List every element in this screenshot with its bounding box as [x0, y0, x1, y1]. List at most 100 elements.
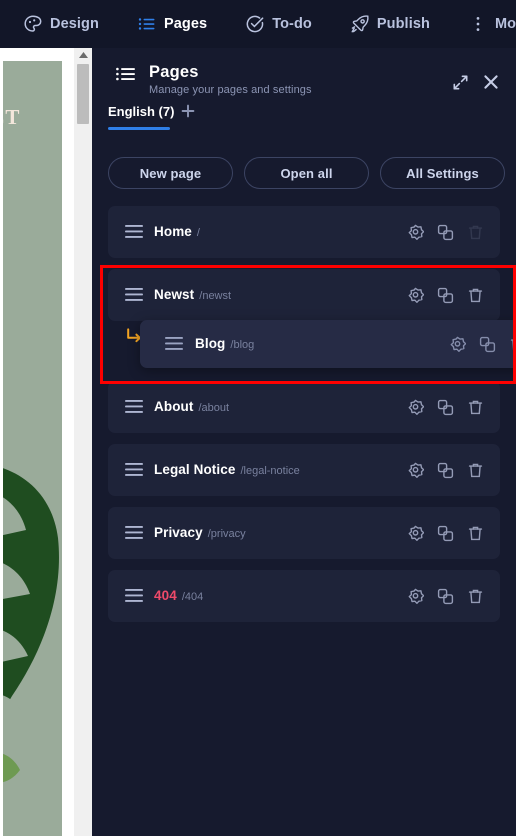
page-title-text: Home — [154, 224, 192, 239]
page-row-newst[interactable]: Newst /newst — [108, 269, 500, 321]
page-title-text: About — [154, 399, 194, 414]
duplicate-icon[interactable] — [437, 224, 454, 241]
row-actions — [407, 444, 484, 496]
trash-icon[interactable] — [467, 588, 484, 605]
duplicate-icon[interactable] — [437, 399, 454, 416]
row-actions — [407, 206, 484, 258]
page-slug-text: /about — [198, 402, 230, 414]
topnav-label: Publish — [376, 16, 430, 32]
page-subtitle: Manage your pages and settings — [149, 84, 312, 96]
drag-handle-icon[interactable] — [125, 400, 143, 413]
list-icon — [137, 14, 157, 34]
gear-icon[interactable] — [449, 336, 467, 353]
duplicate-icon[interactable] — [437, 287, 454, 304]
site-preview-page: ACT — [0, 61, 62, 836]
drag-drop-zone: Newst /newst Blog /blog — [108, 269, 516, 370]
trash-icon[interactable] — [467, 399, 484, 416]
drag-handle-icon[interactable] — [165, 337, 183, 350]
page-slug-text: / — [196, 227, 200, 239]
gear-icon[interactable] — [407, 588, 425, 605]
topnav-item-pages[interactable]: Pages — [137, 0, 207, 48]
topnav-label: More — [494, 16, 516, 32]
page-row-404[interactable]: 404 /404 — [108, 570, 500, 622]
new-page-button[interactable]: New page — [108, 157, 233, 189]
duplicate-icon[interactable] — [437, 588, 454, 605]
gear-icon[interactable] — [407, 525, 425, 542]
topnav-label: To-do — [272, 16, 312, 32]
row-actions — [407, 269, 484, 321]
topnav-item-more[interactable]: More — [468, 0, 516, 48]
drag-handle-icon[interactable] — [125, 225, 143, 238]
gear-icon[interactable] — [407, 462, 425, 479]
row-actions — [407, 507, 484, 559]
duplicate-icon[interactable] — [437, 525, 454, 542]
active-tab-indicator — [108, 127, 170, 130]
drag-handle-icon[interactable] — [125, 589, 143, 602]
pages-panel-header: Pages Manage your pages and settings — [92, 48, 516, 104]
duplicate-icon[interactable] — [479, 336, 496, 353]
close-icon[interactable] — [482, 73, 500, 91]
trash-icon — [467, 224, 484, 241]
page-name: Home / — [154, 206, 200, 258]
page-row-blog-dragging[interactable]: Blog /blog — [140, 320, 516, 368]
page-row-legal-notice[interactable]: Legal Notice /legal-notice — [108, 444, 500, 496]
page-slug-text: /newst — [199, 290, 232, 302]
monstera-leaf-image — [0, 456, 62, 816]
page-title-text: Privacy — [154, 525, 203, 540]
panel-action-buttons: New page Open all All Settings — [108, 157, 505, 189]
expand-icon[interactable] — [452, 74, 469, 91]
topnav-item-design[interactable]: Design — [23, 0, 99, 48]
row-actions — [407, 381, 484, 433]
canvas-gutter — [0, 48, 3, 836]
page-slug-text: /legal-notice — [240, 465, 300, 477]
app-root: ACT — [0, 0, 516, 836]
top-toolbar: Design Pages To-do Publish Mo — [0, 0, 516, 48]
row-actions — [407, 570, 484, 622]
page-title-text: 404 — [154, 588, 177, 603]
page-title: Pages — [149, 63, 199, 81]
scroll-up-arrow-icon[interactable] — [74, 48, 92, 62]
pages-list: Home / Newst /newst Blog /blog About /ab… — [108, 206, 516, 633]
page-name: Blog /blog — [195, 320, 254, 368]
trash-icon[interactable] — [509, 336, 516, 353]
page-name: Legal Notice /legal-notice — [154, 444, 300, 496]
page-name: Newst /newst — [154, 269, 231, 321]
trash-icon[interactable] — [467, 287, 484, 304]
drag-handle-icon[interactable] — [125, 526, 143, 539]
list-icon — [115, 64, 137, 84]
check-circle-icon — [245, 14, 265, 34]
page-row-privacy[interactable]: Privacy /privacy — [108, 507, 500, 559]
page-title-text: Newst — [154, 287, 195, 302]
page-name: Privacy /privacy — [154, 507, 246, 559]
browser-scrollbar[interactable] — [74, 48, 92, 836]
gear-icon[interactable] — [407, 399, 425, 416]
trash-icon[interactable] — [467, 525, 484, 542]
trash-icon[interactable] — [467, 462, 484, 479]
row-actions — [449, 320, 516, 368]
gear-icon[interactable] — [407, 224, 425, 241]
duplicate-icon[interactable] — [437, 462, 454, 479]
open-all-button[interactable]: Open all — [244, 157, 369, 189]
topnav-item-todo[interactable]: To-do — [245, 0, 312, 48]
page-row-about[interactable]: About /about — [108, 381, 500, 433]
page-slug-text: /404 — [181, 591, 204, 603]
page-slug-text: /privacy — [207, 528, 246, 540]
plus-icon[interactable] — [178, 101, 198, 121]
scrollbar-thumb[interactable] — [77, 64, 89, 124]
page-slug-text: /blog — [230, 339, 255, 351]
page-row-home[interactable]: Home / — [108, 206, 500, 258]
page-title-text: Blog — [195, 336, 226, 351]
drag-handle-icon[interactable] — [125, 463, 143, 476]
all-settings-button[interactable]: All Settings — [380, 157, 505, 189]
page-name: About /about — [154, 381, 229, 433]
language-tabs: English (7) — [92, 104, 516, 142]
tab-language-english[interactable]: English (7) — [108, 104, 174, 127]
gear-icon[interactable] — [407, 287, 425, 304]
drag-handle-icon[interactable] — [125, 288, 143, 301]
topnav-item-publish[interactable]: Publish — [350, 0, 430, 48]
topnav-label: Design — [50, 16, 99, 32]
topnav-label: Pages — [163, 16, 208, 32]
palette-icon — [23, 14, 43, 34]
pages-panel: Pages Manage your pages and settings Eng… — [92, 48, 516, 836]
dots-vertical-icon — [468, 14, 488, 34]
